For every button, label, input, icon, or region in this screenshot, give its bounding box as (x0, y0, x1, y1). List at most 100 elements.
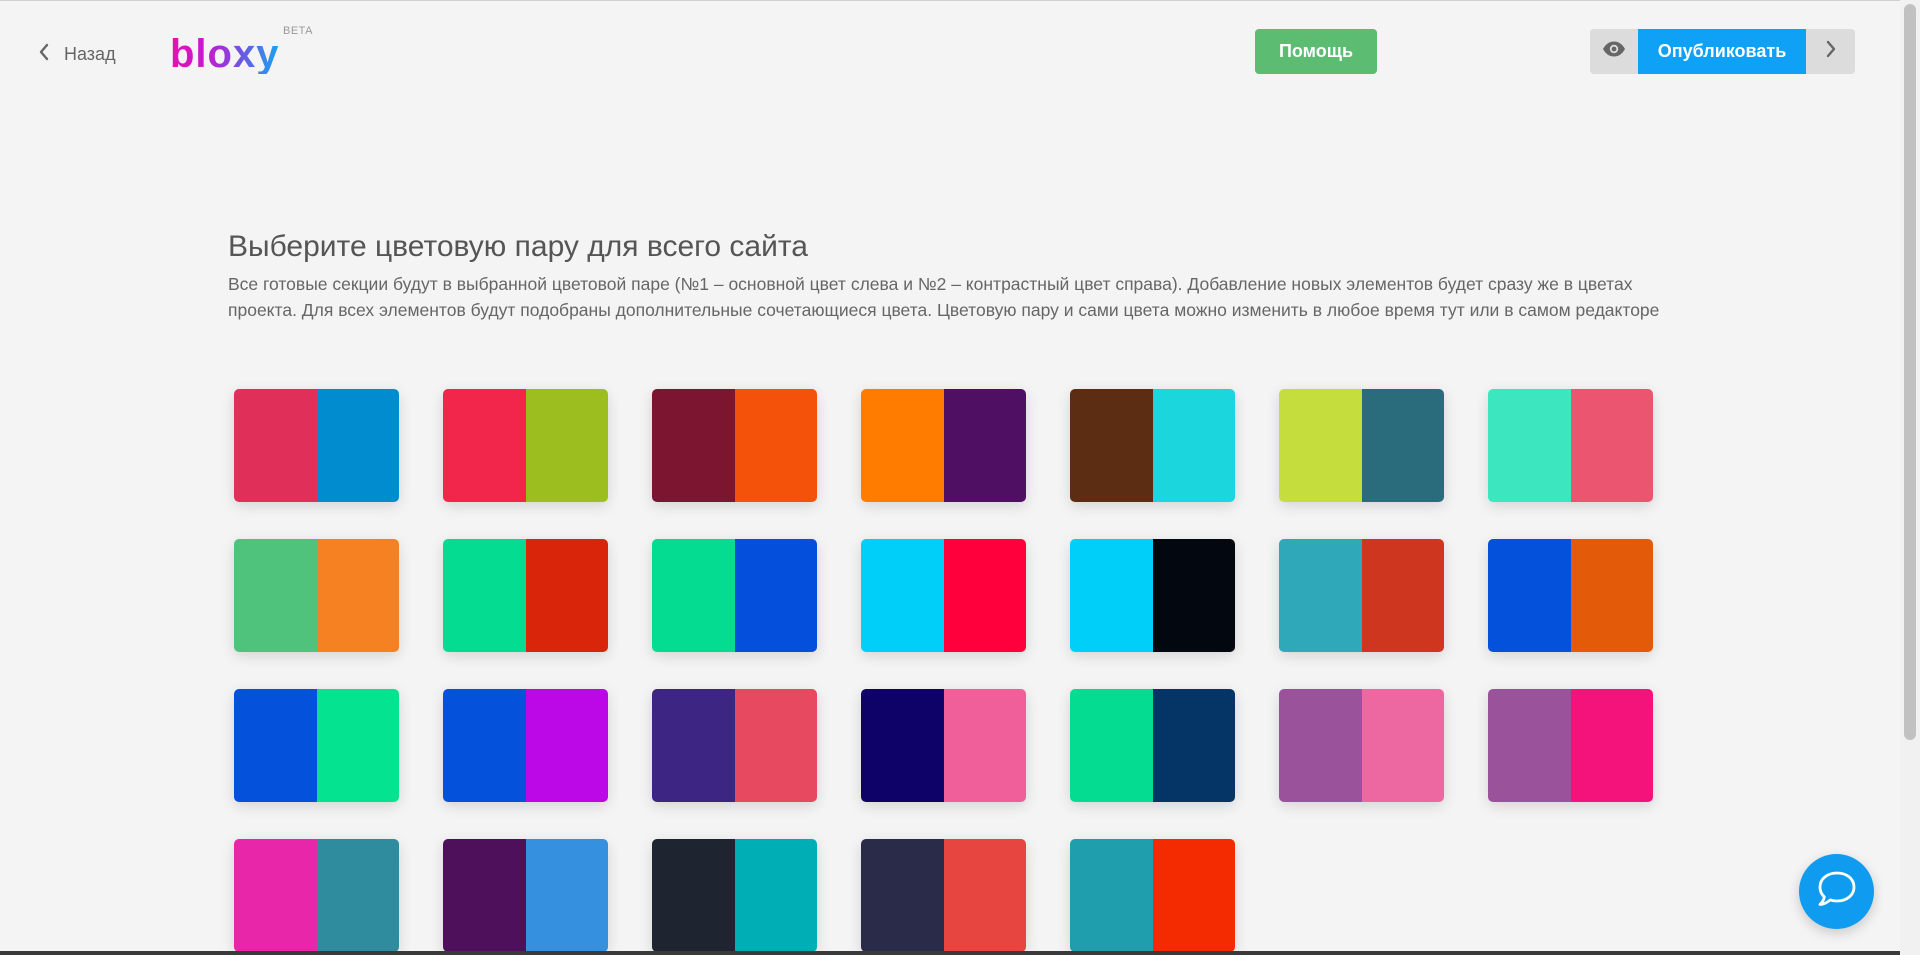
primary-color (1488, 389, 1571, 502)
contrast-color (734, 689, 817, 802)
primary-color (652, 689, 735, 802)
color-pair-swatch[interactable] (861, 839, 1026, 952)
contrast-color (1361, 689, 1444, 802)
primary-color (443, 689, 526, 802)
primary-color (861, 539, 944, 652)
color-pair-swatch[interactable] (1488, 389, 1653, 502)
contrast-color (525, 539, 608, 652)
color-pair-swatch[interactable] (1070, 389, 1235, 502)
contrast-color (316, 689, 399, 802)
primary-color (234, 839, 317, 952)
contrast-color (1152, 689, 1235, 802)
contrast-color (734, 539, 817, 652)
contrast-color (943, 389, 1026, 502)
top-border (0, 0, 1920, 1)
primary-color (861, 689, 944, 802)
primary-color (234, 539, 317, 652)
color-pair-swatch[interactable] (234, 389, 399, 502)
chat-bubble-icon (1816, 870, 1858, 913)
contrast-color (525, 689, 608, 802)
contrast-color (1361, 539, 1444, 652)
page-title: Выберите цветовую пару для всего сайта (228, 230, 808, 263)
contrast-color (1570, 389, 1653, 502)
color-pair-swatch[interactable] (1279, 389, 1444, 502)
primary-color (861, 839, 944, 952)
primary-color (443, 839, 526, 952)
color-pair-swatch[interactable] (1488, 689, 1653, 802)
color-pair-swatch[interactable] (652, 839, 817, 952)
primary-color (1488, 689, 1571, 802)
color-pair-swatch[interactable] (1488, 539, 1653, 652)
logo-wordmark: bloxy (170, 32, 280, 76)
color-pair-swatch[interactable] (652, 539, 817, 652)
contrast-color (943, 539, 1026, 652)
contrast-color (1152, 839, 1235, 952)
contrast-color (1570, 539, 1653, 652)
primary-color (1279, 539, 1362, 652)
color-pair-swatch[interactable] (1070, 539, 1235, 652)
color-pair-swatch[interactable] (1279, 689, 1444, 802)
back-button[interactable]: Назад (38, 40, 116, 68)
next-button[interactable] (1806, 29, 1855, 74)
primary-color (1488, 539, 1571, 652)
contrast-color (734, 389, 817, 502)
color-pair-swatch[interactable] (861, 539, 1026, 652)
chevron-left-icon (38, 43, 50, 66)
help-button[interactable]: Помощь (1255, 29, 1377, 74)
bottom-border (0, 951, 1900, 955)
publish-button[interactable]: Опубликовать (1638, 29, 1806, 74)
contrast-color (525, 389, 608, 502)
color-pair-swatch[interactable] (234, 539, 399, 652)
primary-color (1070, 839, 1153, 952)
primary-color (652, 539, 735, 652)
primary-color (443, 539, 526, 652)
beta-badge: BETA (283, 25, 313, 37)
color-pair-swatch[interactable] (1070, 689, 1235, 802)
contrast-color (943, 689, 1026, 802)
contrast-color (1570, 689, 1653, 802)
contrast-color (316, 539, 399, 652)
primary-color (1070, 689, 1153, 802)
contrast-color (316, 839, 399, 952)
primary-color (652, 389, 735, 502)
contrast-color (316, 389, 399, 502)
color-pair-swatch[interactable] (443, 689, 608, 802)
contrast-color (1361, 389, 1444, 502)
color-pair-swatch[interactable] (234, 839, 399, 952)
color-pair-swatch[interactable] (1070, 839, 1235, 952)
primary-color (234, 389, 317, 502)
contrast-color (1152, 389, 1235, 502)
primary-color (234, 689, 317, 802)
eye-icon (1602, 41, 1626, 62)
preview-button[interactable] (1590, 29, 1638, 74)
back-label: Назад (64, 43, 116, 64)
contrast-color (943, 839, 1026, 952)
chevron-right-icon (1825, 40, 1837, 63)
page-description: Все готовые секции будут в выбранной цве… (228, 274, 1660, 320)
primary-color (652, 839, 735, 952)
contrast-color (525, 839, 608, 952)
primary-color (1279, 389, 1362, 502)
primary-color (1279, 689, 1362, 802)
contrast-color (1152, 539, 1235, 652)
contrast-color (734, 839, 817, 952)
color-pair-swatch[interactable] (861, 689, 1026, 802)
primary-color (1070, 539, 1153, 652)
primary-color (1070, 389, 1153, 502)
primary-color (861, 389, 944, 502)
primary-color (443, 389, 526, 502)
publish-group: Опубликовать (1590, 29, 1855, 74)
color-pair-swatch[interactable] (652, 389, 817, 502)
color-pair-swatch[interactable] (1279, 539, 1444, 652)
color-pair-swatch[interactable] (443, 839, 608, 952)
scrollbar-thumb[interactable] (1904, 4, 1916, 740)
logo[interactable]: bloxy BETA (170, 25, 330, 76)
chat-button[interactable] (1799, 854, 1874, 929)
color-pair-swatch[interactable] (861, 389, 1026, 502)
page: Назад bloxy BETA Помощь Опубликовать Выб… (0, 0, 1920, 955)
color-pair-swatch[interactable] (443, 389, 608, 502)
color-pair-grid (234, 389, 1654, 955)
color-pair-swatch[interactable] (443, 539, 608, 652)
color-pair-swatch[interactable] (652, 689, 817, 802)
color-pair-swatch[interactable] (234, 689, 399, 802)
